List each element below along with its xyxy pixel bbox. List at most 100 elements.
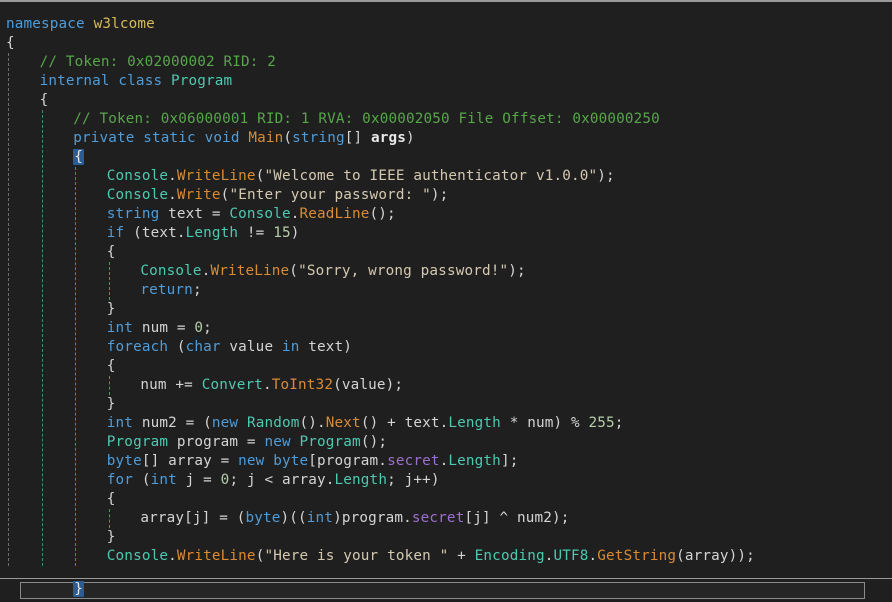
code-token: Length (185, 225, 239, 241)
code-token: // Token: 0x02000002 RID: 2 (39, 54, 277, 70)
code-token: new (238, 453, 265, 469)
code-line[interactable]: } (6, 528, 892, 547)
code-content[interactable]: namespace w3lcome{// Token: 0x02000002 R… (0, 6, 892, 566)
code-token: new (264, 434, 291, 450)
code-line[interactable]: } (6, 395, 892, 414)
code-token: num += (140, 377, 202, 393)
code-token: foreach (106, 339, 169, 355)
code-token: )(( (280, 510, 307, 526)
code-token: { (106, 491, 116, 507)
horizontal-scrollbar-thumb[interactable] (20, 582, 865, 599)
code-line[interactable]: Console.WriteLine("Sorry, wrong password… (6, 262, 892, 281)
code-token: char (185, 339, 221, 355)
code-token: WriteLine (176, 548, 256, 564)
code-line[interactable]: // Token: 0x06000001 RID: 1 RVA: 0x00002… (6, 110, 892, 129)
code-token: j = (176, 472, 221, 488)
code-token: . (263, 377, 272, 393)
code-line[interactable]: // Token: 0x02000002 RID: 2 (6, 53, 892, 72)
code-line[interactable]: { (6, 243, 892, 262)
code-token: byte (106, 453, 142, 469)
code-token: ; (614, 415, 624, 431)
code-editor-window: namespace w3lcome{// Token: 0x02000002 R… (0, 0, 892, 602)
code-line[interactable]: byte[] array = new byte[program.secret.L… (6, 452, 892, 471)
code-token: ToInt32 (271, 377, 334, 393)
code-line[interactable]: { (6, 91, 892, 110)
code-line[interactable]: { (6, 490, 892, 509)
code-token: 255 (588, 415, 615, 431)
code-token: private (73, 130, 135, 146)
code-line[interactable]: if (text.Length != 15) (6, 224, 892, 243)
code-token: { (106, 358, 116, 374)
code-token: . (588, 548, 598, 564)
code-token: ); (597, 168, 615, 184)
code-token: string (106, 206, 160, 222)
code-token: ); (508, 263, 526, 279)
code-token: program = (168, 434, 265, 450)
code-viewport[interactable]: namespace w3lcome{// Token: 0x02000002 R… (0, 6, 892, 578)
code-token: UTF8 (553, 548, 589, 564)
code-token: ( (283, 130, 293, 146)
code-line[interactable]: Console.WriteLine("Here is your token " … (6, 547, 892, 566)
code-token: Main (248, 130, 284, 146)
code-token: () + text. (360, 415, 449, 431)
code-token: } (73, 581, 84, 597)
code-line[interactable]: Program program = new Program(); (6, 433, 892, 452)
code-token: { (6, 35, 15, 51)
code-token: Convert (201, 377, 264, 393)
code-token: args (371, 130, 407, 146)
code-token: (); (360, 434, 388, 450)
code-token: } (106, 301, 116, 317)
code-token: { (39, 92, 49, 108)
code-line[interactable]: { (6, 34, 892, 53)
code-line-closing-brace: } (6, 580, 84, 599)
code-token: "Sorry, wrong password!" (298, 263, 509, 279)
code-line[interactable]: internal class Program (6, 72, 892, 91)
code-token: (); (369, 206, 396, 222)
code-token: != (238, 225, 274, 241)
code-line[interactable]: foreach (char value in text) (6, 338, 892, 357)
code-line[interactable]: Console.WriteLine("Welcome to IEEE authe… (6, 167, 892, 186)
code-token: . (544, 548, 554, 564)
code-line[interactable]: } (6, 300, 892, 319)
code-token: int (150, 472, 177, 488)
code-token: int (106, 415, 134, 431)
code-line[interactable]: array[j] = (byte)((int)program.secret[j]… (6, 509, 892, 528)
code-token: in (281, 339, 300, 355)
horizontal-scrollbar-track[interactable] (0, 578, 892, 602)
code-token: (). (299, 415, 326, 431)
code-token: new (211, 415, 239, 431)
code-line[interactable]: num += Convert.ToInt32(value); (6, 376, 892, 395)
code-token: Random (246, 415, 300, 431)
code-token: [program. (308, 453, 388, 469)
code-token: Console (229, 206, 291, 222)
code-token: . (168, 548, 177, 564)
code-token: Length (334, 472, 388, 488)
code-line[interactable]: return; (6, 281, 892, 300)
code-line[interactable]: string text = Console.ReadLine(); (6, 205, 892, 224)
code-line[interactable]: Console.Write("Enter your password: "); (6, 186, 892, 205)
code-line[interactable]: private static void Main(string[] args) (6, 129, 892, 148)
code-token: array[j] = ( (140, 510, 246, 526)
code-line[interactable]: for (int j = 0; j < array.Length; j++) (6, 471, 892, 490)
code-token: ]; (500, 453, 519, 469)
code-token: Length (448, 453, 501, 469)
code-token: { (73, 149, 84, 165)
code-token: Console (106, 548, 169, 564)
code-token: byte (273, 453, 309, 469)
code-token: . (168, 187, 177, 203)
code-line[interactable]: { (6, 357, 892, 376)
code-line[interactable]: int num2 = (new Random().Next() + text.L… (6, 414, 892, 433)
code-token: w3lcome (93, 16, 155, 32)
code-token: class (118, 73, 163, 89)
code-token: string (292, 130, 345, 146)
code-token: ; (203, 320, 212, 336)
code-token: "Enter your password: " (229, 187, 431, 203)
code-line[interactable]: { (6, 148, 892, 167)
code-token: internal (39, 73, 110, 89)
code-line[interactable]: int num = 0; (6, 319, 892, 338)
code-line[interactable]: namespace w3lcome (6, 15, 892, 34)
